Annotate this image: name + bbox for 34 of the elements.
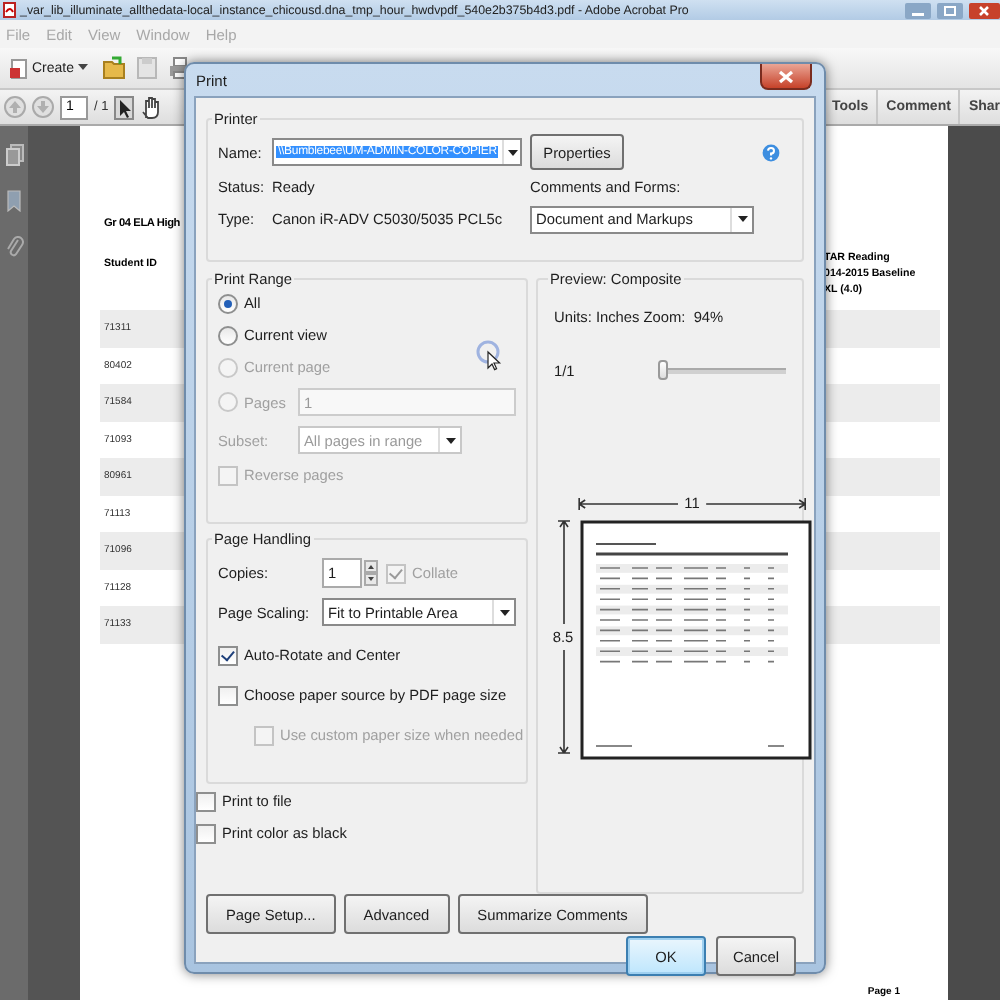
help-icon[interactable] xyxy=(762,143,780,161)
restore-icon[interactable] xyxy=(936,1,964,19)
previous-page-icon[interactable] xyxy=(4,96,26,118)
open-folder-icon[interactable] xyxy=(102,56,127,80)
minimize-icon[interactable] xyxy=(904,1,932,19)
bookmark-icon[interactable] xyxy=(6,190,22,212)
checkbox[interactable] xyxy=(196,823,216,843)
close-button[interactable] xyxy=(760,64,812,90)
save-icon[interactable] xyxy=(136,56,159,80)
checkbox[interactable] xyxy=(196,791,216,811)
dimension-arrow xyxy=(578,497,679,509)
dimension-arrow xyxy=(705,497,807,509)
hand-tool-icon[interactable] xyxy=(140,95,161,119)
checkbox[interactable] xyxy=(218,685,238,705)
close-icon[interactable] xyxy=(968,1,1000,19)
caret-icon xyxy=(445,437,455,443)
next-page-icon[interactable] xyxy=(32,96,54,118)
paperclip-icon[interactable] xyxy=(5,236,23,258)
caret-icon xyxy=(499,609,509,615)
caret-icon xyxy=(507,149,518,155)
dimension-arrow xyxy=(557,520,569,624)
checkbox[interactable] xyxy=(218,645,238,665)
dimension-arrow xyxy=(557,650,569,754)
caret-icon xyxy=(78,64,89,72)
close-icon xyxy=(778,69,794,83)
spinner-arrows[interactable] xyxy=(364,560,378,586)
slider-thumb[interactable] xyxy=(658,360,669,380)
pages-panel-icon[interactable] xyxy=(5,144,23,166)
create-pdf-icon xyxy=(10,57,28,79)
radio-button[interactable] xyxy=(218,293,238,313)
caret-icon xyxy=(737,216,747,222)
radio-button[interactable] xyxy=(218,325,238,345)
busy-cursor-icon xyxy=(476,340,504,372)
select-tool-icon[interactable] xyxy=(114,95,135,119)
